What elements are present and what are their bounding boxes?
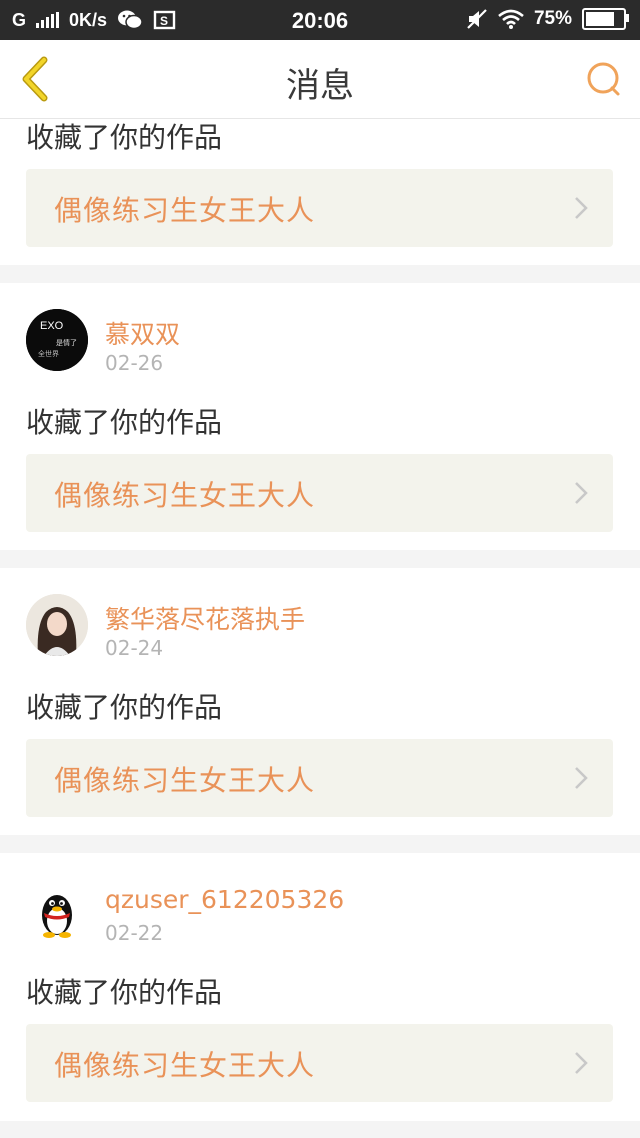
battery-icon — [582, 8, 629, 30]
message-action-text: 收藏了你的作品 — [26, 121, 223, 154]
work-title: 偶像练习生女王大人 — [54, 194, 316, 227]
message-date: 02-22 — [105, 921, 164, 945]
separator — [0, 1121, 640, 1138]
separator — [0, 550, 640, 568]
avatar-image — [26, 594, 88, 656]
username[interactable]: 繁华落尽花落执手 — [105, 600, 305, 636]
mute-icon — [467, 9, 487, 29]
nav-bar: 消息 — [0, 40, 640, 119]
work-card[interactable]: 偶像练习生女王大人 — [26, 1024, 613, 1102]
qq-penguin-icon — [26, 879, 88, 941]
work-card[interactable]: 偶像练习生女王大人 — [26, 739, 613, 817]
avatar-text-2: 是情了 — [56, 338, 77, 347]
chevron-right-icon — [575, 197, 588, 219]
chevron-right-icon — [575, 482, 588, 504]
username[interactable]: qzuser_612205326 — [105, 885, 344, 914]
message-action-text: 收藏了你的作品 — [26, 976, 223, 1009]
work-title: 偶像练习生女王大人 — [54, 1049, 316, 1082]
avatar-image: EXO 是情了 全世界 — [26, 309, 88, 371]
work-card[interactable]: 偶像练习生女王大人 — [26, 169, 613, 247]
work-title: 偶像练习生女王大人 — [54, 479, 316, 512]
username[interactable]: 慕双双 — [105, 315, 180, 351]
search-icon[interactable] — [584, 60, 624, 100]
avatar-text-3: 全世界 — [38, 349, 59, 358]
separator — [0, 265, 640, 283]
avatar-text-1: EXO — [40, 320, 64, 332]
page-title: 消息 — [286, 66, 354, 106]
avatar[interactable] — [26, 594, 88, 656]
separator — [0, 835, 640, 853]
battery-percent: 75% — [533, 8, 572, 29]
message-action-text: 收藏了你的作品 — [26, 406, 223, 439]
avatar[interactable] — [26, 879, 88, 941]
work-title: 偶像练习生女王大人 — [54, 764, 316, 797]
status-bar: G 0K/s S 20:06 75% — [0, 0, 640, 40]
chevron-right-icon — [575, 767, 588, 789]
chevron-right-icon — [575, 1052, 588, 1074]
message-date: 02-26 — [105, 351, 164, 375]
message-date: 02-24 — [105, 636, 164, 660]
work-card[interactable]: 偶像练习生女王大人 — [26, 454, 613, 532]
avatar[interactable]: EXO 是情了 全世界 — [26, 309, 88, 371]
wifi-icon — [498, 9, 524, 29]
message-action-text: 收藏了你的作品 — [26, 691, 223, 724]
status-right: 75% — [466, 8, 629, 30]
